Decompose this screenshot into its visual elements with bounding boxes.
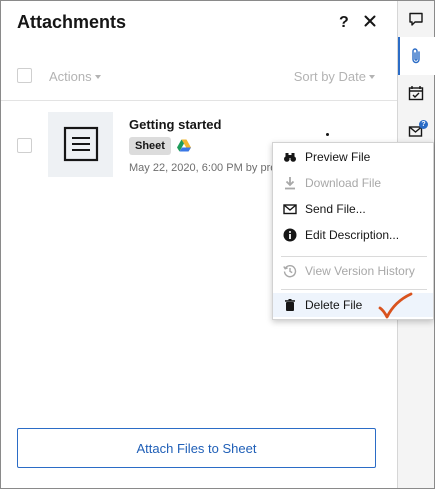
more-actions-icon[interactable] xyxy=(326,133,329,136)
attach-files-button[interactable]: Attach Files to Sheet xyxy=(17,428,376,468)
sort-dropdown[interactable]: Sort by Date xyxy=(294,69,375,84)
panel-header: Attachments ? xyxy=(1,1,397,45)
select-all-checkbox[interactable] xyxy=(17,68,32,83)
menu-item-label: Delete File xyxy=(305,298,363,312)
menu-divider xyxy=(281,256,427,257)
rail-item-attachments[interactable] xyxy=(398,37,435,75)
menu-item-download-file[interactable]: Download File xyxy=(273,171,433,195)
chevron-down-icon xyxy=(94,74,101,79)
trash-icon xyxy=(285,299,295,311)
menu-item-view-version-history[interactable]: View Version History xyxy=(273,259,433,283)
rail-item-updates[interactable] xyxy=(398,75,435,113)
menu-item-label: Preview File xyxy=(305,150,371,164)
sheet-badge: Sheet xyxy=(129,137,171,155)
attachment-title[interactable]: Getting started xyxy=(129,117,221,132)
menu-item-label: Send File... xyxy=(305,202,366,216)
chevron-down-icon xyxy=(369,74,375,79)
paperclip-icon xyxy=(412,48,420,64)
menu-item-send-file[interactable]: Send File... xyxy=(273,197,433,221)
download-icon xyxy=(285,177,295,190)
google-drive-icon xyxy=(177,139,191,152)
document-icon xyxy=(63,126,99,162)
menu-item-label: Download File xyxy=(305,176,382,190)
menu-item-preview-file[interactable]: Preview File xyxy=(273,145,433,169)
rail-item-comments[interactable] xyxy=(398,1,435,39)
attachment-meta: May 22, 2020, 6:00 PM by pre xyxy=(129,162,277,174)
attachments-toolbar: Actions Sort by Date xyxy=(1,51,397,101)
attachment-checkbox[interactable] xyxy=(17,138,32,153)
attachment-thumbnail[interactable] xyxy=(48,112,113,177)
panel-title: Attachments xyxy=(17,12,127,32)
actions-dropdown-label: Actions xyxy=(49,69,92,84)
close-icon[interactable] xyxy=(361,12,379,30)
sort-dropdown-label: Sort by Date xyxy=(293,69,366,84)
calendar-check-icon xyxy=(408,86,424,101)
history-icon xyxy=(283,265,297,278)
comments-icon xyxy=(409,12,423,26)
menu-item-label: View Version History xyxy=(305,264,415,278)
help-icon[interactable]: ? xyxy=(339,14,349,32)
notification-badge-icon: ? xyxy=(419,120,428,129)
menu-item-edit-description[interactable]: Edit Description... xyxy=(273,223,433,247)
annotation-checkmark-icon xyxy=(378,292,413,319)
envelope-icon xyxy=(283,204,297,215)
menu-divider xyxy=(281,289,427,290)
actions-dropdown[interactable]: Actions xyxy=(49,69,101,84)
binoculars-icon xyxy=(284,153,296,162)
info-icon xyxy=(283,228,297,242)
menu-item-label: Edit Description... xyxy=(305,228,400,242)
